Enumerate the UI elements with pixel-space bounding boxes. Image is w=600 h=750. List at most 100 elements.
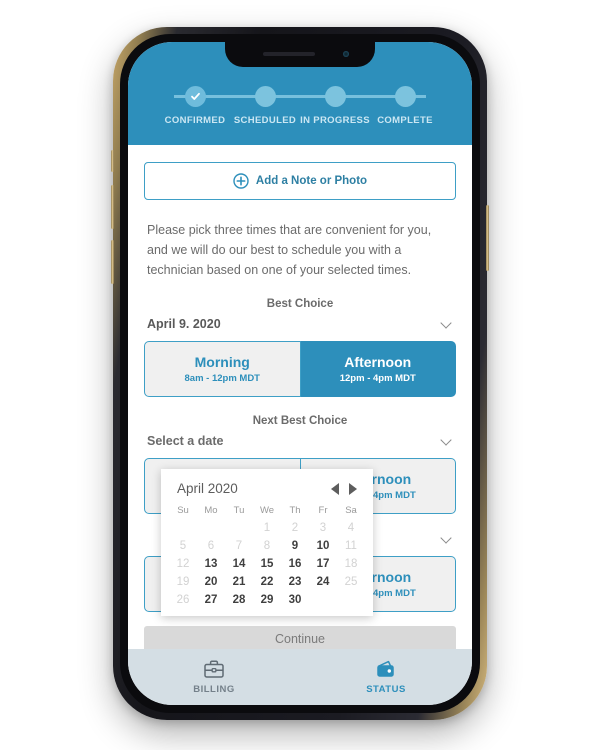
calendar-day-empty [337,594,365,606]
step-dot-scheduled [254,86,276,107]
nav-item-status[interactable]: STATUS [300,649,472,705]
calendar-day-disabled: 7 [235,540,243,552]
volume-down-button[interactable] [111,240,114,284]
time-slot-title: Afternoon [344,354,412,370]
calendar-weekday: Su [177,505,189,516]
calendar-weekday: Th [289,505,301,516]
calendar-weekday: Tu [233,505,245,516]
chevron-down-icon [441,533,453,545]
briefcase-icon [204,660,224,678]
calendar-day-empty [225,522,253,534]
calendar-day-enabled[interactable]: 13 [197,558,225,570]
calendar-day-enabled[interactable]: 16 [281,558,309,570]
nav-item-label: STATUS [366,684,406,695]
calendar-day-empty [169,522,197,534]
chevron-down-icon [441,435,453,447]
nav-item-billing[interactable]: BILLING [128,649,300,705]
date-select-value: April 9. 2020 [147,317,221,331]
progress-step-label: CONFIRMED [164,115,226,126]
calendar-day-enabled[interactable]: 30 [281,594,309,606]
calendar-week-row: 12 13 14 15 16 17 18 [169,558,365,570]
calendar-weekday: Fr [318,505,328,516]
front-camera-icon [343,51,349,57]
continue-label: Continue [274,632,326,646]
calendar-day-empty [309,594,337,606]
calendar-day-enabled[interactable]: 9 [281,540,309,552]
date-select-value: Select a date [147,434,224,448]
phone-screen: CONFIRMED SCHEDULED IN PROGRESS COMPLETE [128,42,472,705]
power-button[interactable] [486,205,489,271]
nav-item-label: BILLING [193,684,235,695]
calendar-day-disabled: 25 [344,576,358,588]
calendar-day-disabled: 26 [176,594,190,606]
date-select-next-best-choice[interactable]: Select a date [147,434,453,450]
wallet-icon [377,660,394,677]
calendar-day-enabled[interactable]: 21 [225,576,253,588]
speaker-slot-icon [263,52,315,56]
calendar-day-enabled[interactable]: 29 [253,594,281,606]
calendar-day-disabled: 5 [179,540,187,552]
section-title-best-choice: Best Choice [266,298,334,310]
time-slot-range: 12pm - 4pm MDT [339,373,416,384]
triangle-left-icon[interactable] [331,482,339,495]
add-note-or-photo-button[interactable]: Add a Note or Photo [144,162,456,200]
step-dot-complete [394,86,416,107]
intro-text: Please pick three times that are conveni… [147,223,432,277]
calendar-day-enabled[interactable]: 28 [225,594,253,606]
date-select-best-choice[interactable]: April 9. 2020 [147,317,453,333]
time-slot-title: Morning [194,354,250,370]
calendar-day-enabled[interactable]: 15 [253,558,281,570]
calendar-day-disabled: 3 [319,522,327,534]
time-slot-row-best-choice: Morning 8am - 12pm MDT Afternoon 12pm - … [144,341,456,397]
mute-switch[interactable] [111,150,114,172]
calendar-day-empty [197,522,225,534]
calendar-popover: April 2020 Su Mo Tu We Th Fr Sa 1 2 3 4 5 6 7 8 9 10 11 1… [161,469,373,616]
calendar-day-disabled: 2 [291,522,299,534]
calendar-week-row: 5 6 7 8 9 10 11 [169,540,365,552]
time-slot-morning[interactable]: Morning 8am - 12pm MDT [144,341,301,397]
progress-step-scheduled[interactable]: SCHEDULED [230,86,300,126]
calendar-day-enabled[interactable]: 22 [253,576,281,588]
calendar-day-disabled: 18 [344,558,358,570]
calendar-day-enabled[interactable]: 14 [225,558,253,570]
calendar-day-disabled: 12 [176,558,190,570]
progress-step-label: SCHEDULED [233,115,297,126]
notch [225,42,375,67]
calendar-weekday-row: Su Mo Tu We Th Fr Sa [169,505,365,516]
calendar-day-enabled[interactable]: 10 [309,540,337,552]
time-slot-afternoon[interactable]: Afternoon 12pm - 4pm MDT [300,341,456,397]
calendar-week-row: 19 20 21 22 23 24 25 [169,576,365,588]
calendar-month-title: April 2020 [177,481,238,496]
calendar-day-disabled: 1 [263,522,271,534]
time-slot-range: 8am - 12pm MDT [184,373,261,384]
volume-up-button[interactable] [111,185,114,229]
calendar-grid: 1 2 3 4 5 6 7 8 9 10 11 12 13 14 15 16 17 18 19 20 21 22 23 24 2… [169,522,365,606]
calendar-week-row: 1 2 3 4 [169,522,365,534]
calendar-header: April 2020 [169,479,365,496]
triangle-right-icon[interactable] [349,482,357,495]
calendar-day-enabled[interactable]: 27 [197,594,225,606]
calendar-day-enabled[interactable]: 24 [309,576,337,588]
bottom-nav: BILLING STATUS [128,649,472,705]
app-body: Add a Note or Photo Please pick three ti… [128,145,472,652]
step-dot-confirmed [184,86,206,107]
check-icon [190,92,200,100]
calendar-nav [331,482,357,495]
calendar-day-disabled: 19 [176,576,190,588]
calendar-day-enabled[interactable]: 20 [197,576,225,588]
calendar-day-enabled[interactable]: 17 [309,558,337,570]
calendar-weekday: Sa [345,505,357,516]
plus-circle-icon [233,173,249,189]
add-note-or-photo-label: Add a Note or Photo [255,175,368,187]
calendar-day-enabled[interactable]: 23 [281,576,309,588]
progress-step-confirmed[interactable]: CONFIRMED [160,86,230,126]
progress-step-in-progress[interactable]: IN PROGRESS [300,86,370,126]
calendar-day-disabled: 8 [263,540,271,552]
progress-step-label: COMPLETE [377,115,433,126]
calendar-day-disabled: 11 [345,540,357,552]
progress-step-label: IN PROGRESS [300,115,370,126]
progress-step-complete[interactable]: COMPLETE [370,86,440,126]
calendar-week-row: 26 27 28 29 30 [169,594,365,606]
progress-tracker: CONFIRMED SCHEDULED IN PROGRESS COMPLETE [128,86,472,126]
calendar-weekday: Mo [204,505,218,516]
